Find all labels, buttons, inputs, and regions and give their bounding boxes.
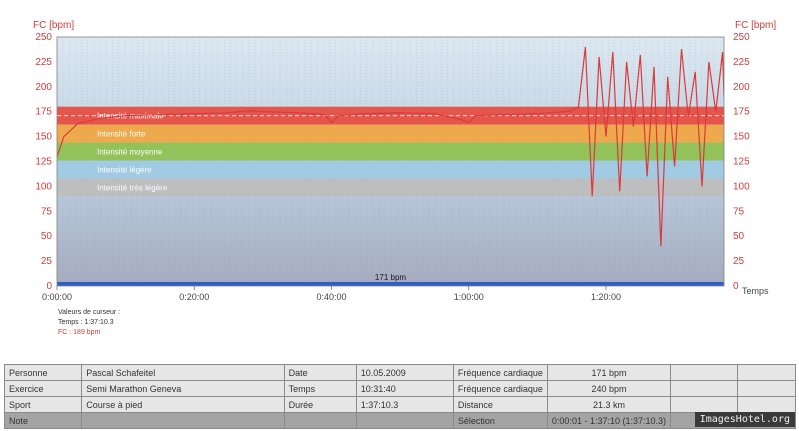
y-tick-left: 125 xyxy=(35,157,52,168)
info-cell xyxy=(736,364,797,381)
y-tick-left: 250 xyxy=(35,32,52,43)
y-tick-left: 0 xyxy=(46,281,52,292)
y-tick-left: 150 xyxy=(35,132,52,143)
y-tick-left: 175 xyxy=(35,107,52,118)
zone-label: Intensité forte xyxy=(97,130,146,139)
zone-label: Intensité moyenne xyxy=(97,148,163,157)
zone-band xyxy=(57,160,724,179)
info-cell xyxy=(670,364,738,381)
info-cell xyxy=(283,412,357,429)
info-row: Note Sélection 0:00:01 - 1:37:10 (1:37:10.… xyxy=(3,412,797,429)
info-cell: Fréquence cardiaque xyxy=(452,380,548,397)
zone-label: Intensité maximale xyxy=(97,112,164,121)
x-tick-label: 0:20:00 xyxy=(179,292,209,300)
info-row: Exercice Semi Marathon Geneva Temps 10:31:4… xyxy=(3,380,797,397)
info-cell: 1:37:10.3 xyxy=(355,396,454,413)
y-tick-left: 50 xyxy=(41,231,53,242)
y-tick-right: 150 xyxy=(733,132,750,143)
y-tick-right: 50 xyxy=(733,231,745,242)
info-cell: 171 bpm xyxy=(546,364,672,381)
x-tick-label: 1:20:00 xyxy=(591,292,621,300)
info-cell xyxy=(670,380,738,397)
y-tick-right: 125 xyxy=(733,157,750,168)
y-tick-right: 250 xyxy=(733,32,750,43)
info-cell: Note xyxy=(3,412,83,429)
info-cell: Sport xyxy=(3,396,83,413)
info-cell: Course à pied xyxy=(81,396,285,413)
y-tick-right: 75 xyxy=(733,206,745,217)
cursor-time: Temps : 1:37:10.3 xyxy=(58,319,114,326)
info-cell: 0:00:01 - 1:37:10 (1:37:10.3) xyxy=(546,412,672,429)
zone-label: Intensité légère xyxy=(97,165,152,174)
y-tick-right: 225 xyxy=(733,57,750,68)
exercise-info-table: Personne Pascal Schafeitel Date 10.05.2009 F… xyxy=(3,364,797,429)
y-tick-right: 25 xyxy=(733,256,745,267)
heart-rate-chart: Intensité maximale Intensité forte Intensi… xyxy=(33,20,776,300)
info-row: Sport Course à pied Durée 1:37:10.3 Distance… xyxy=(3,396,797,413)
info-cell xyxy=(736,396,797,413)
info-cell xyxy=(736,380,797,397)
info-cell: 240 bpm xyxy=(546,380,672,397)
info-cell: Exercice xyxy=(3,380,83,397)
average-label: 171 bpm xyxy=(375,273,406,282)
x-tick-label: 1:00:00 xyxy=(454,292,484,300)
info-cell: 21.3 km xyxy=(546,396,672,413)
info-cell: 10.05.2009 xyxy=(355,364,454,381)
plot-area[interactable]: Intensité maximale Intensité forte Intensi… xyxy=(56,36,725,287)
y-tick-left: 225 xyxy=(35,57,52,68)
info-cell xyxy=(81,412,285,429)
info-cell: Pascal Schafeitel xyxy=(81,364,285,381)
cursor-hr: FC : 189 bpm xyxy=(58,329,101,336)
info-cell: Fréquence cardiaque xyxy=(452,364,548,381)
x-tick-label: 0:40:00 xyxy=(316,292,346,300)
info-cell: Personne xyxy=(3,364,83,381)
y-tick-right: 0 xyxy=(733,281,739,292)
info-cell: Sélection xyxy=(452,412,548,429)
y-tick-right: 200 xyxy=(733,82,750,93)
y-tick-left: 100 xyxy=(35,181,52,192)
y-tick-left: 75 xyxy=(41,206,53,217)
info-cell: Distance xyxy=(452,396,548,413)
info-cell: Durée xyxy=(283,396,357,413)
y-tick-right: 175 xyxy=(733,107,750,118)
y-tick-right: 100 xyxy=(733,181,750,192)
info-cell: Semi Marathon Geneva xyxy=(81,380,285,397)
watermark-logo: ImagesHotel.org xyxy=(694,412,795,427)
y-tick-left: 25 xyxy=(41,256,53,267)
info-cell: 10:31:40 xyxy=(355,380,454,397)
info-cell xyxy=(670,396,738,413)
baseline-bar xyxy=(57,282,724,286)
y-axis-label-right: FC [bpm] xyxy=(735,20,776,31)
y-tick-left: 200 xyxy=(35,82,52,93)
zone-label: Intensité très légère xyxy=(97,183,168,192)
zone-band xyxy=(57,124,724,143)
info-cell xyxy=(355,412,454,429)
info-row: Personne Pascal Schafeitel Date 10.05.2009 F… xyxy=(3,364,797,381)
info-cell: Temps xyxy=(283,380,357,397)
cursor-title: Valeurs de curseur : xyxy=(58,309,121,316)
info-cell: Date xyxy=(283,364,357,381)
x-tick-label: 0:00:00 xyxy=(42,292,72,300)
y-axis-label-left: FC [bpm] xyxy=(33,20,74,31)
cursor-values-panel: Valeurs de curseur : Temps : 1:37:10.3 F… xyxy=(58,308,120,338)
x-axis-label: Temps xyxy=(742,286,769,296)
